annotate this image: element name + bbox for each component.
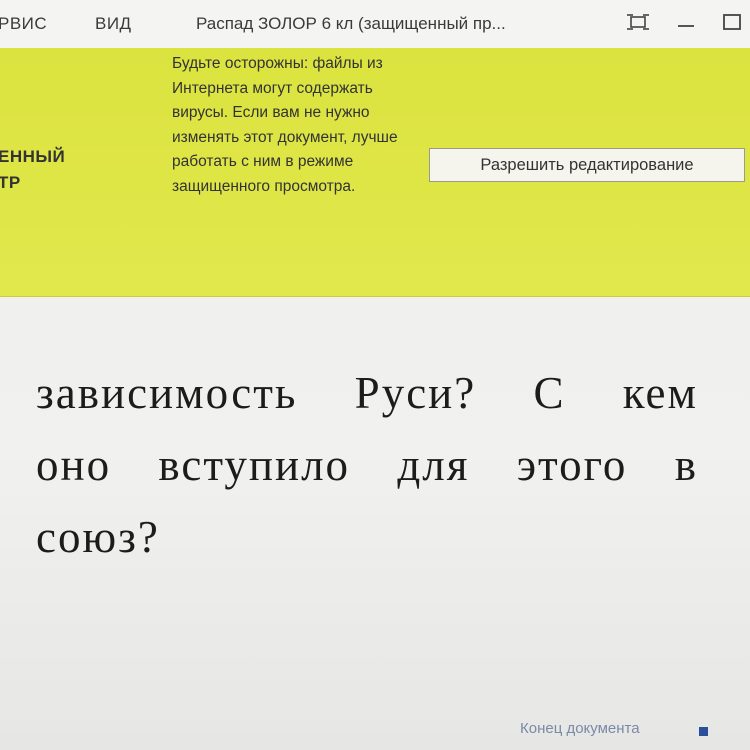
document-line-3: союз? [36, 512, 160, 562]
title-bar: РВИС ВИД Распад ЗОЛОР 6 кл (защищенный п… [0, 0, 750, 48]
end-of-document-label: Конец документа [520, 720, 640, 737]
protected-view-label: ЕННЫЙ ТР [0, 144, 65, 196]
document-line-2: оно вступило для этого в [36, 440, 698, 490]
protected-view-message: Будьте осторожны: файлы из Интернета мог… [172, 55, 398, 195]
word-window: РВИС ВИД Распад ЗОЛОР 6 кл (защищенный п… [0, 0, 750, 750]
protected-view-bar: ЕННЫЙ ТР Будьте осторожны: файлы из Инте… [0, 48, 750, 297]
document-text[interactable]: зависимость Руси? С кем оно вступило для… [36, 357, 698, 573]
protected-view-label-line1: ЕННЫЙ [0, 147, 66, 166]
menu-tab-view[interactable]: ВИД [95, 14, 132, 34]
minimize-icon [676, 13, 696, 31]
menu-tab-service[interactable]: РВИС [0, 14, 47, 34]
protected-view-label-line2: ТР [0, 173, 21, 192]
end-of-document-marker [699, 727, 708, 736]
enable-editing-button[interactable]: Разрешить редактирование [429, 148, 745, 182]
maximize-button[interactable] [712, 6, 750, 38]
document-page[interactable]: зависимость Руси? С кем оно вступило для… [0, 297, 750, 750]
display-mode-icon [627, 13, 649, 31]
minimize-button[interactable] [666, 6, 706, 38]
display-mode-button[interactable] [618, 6, 658, 38]
maximize-icon [721, 12, 743, 32]
document-line-1: зависимость Руси? С кем [36, 368, 698, 418]
document-title: Распад ЗОЛОР 6 кл (защищенный пр... [196, 14, 506, 33]
